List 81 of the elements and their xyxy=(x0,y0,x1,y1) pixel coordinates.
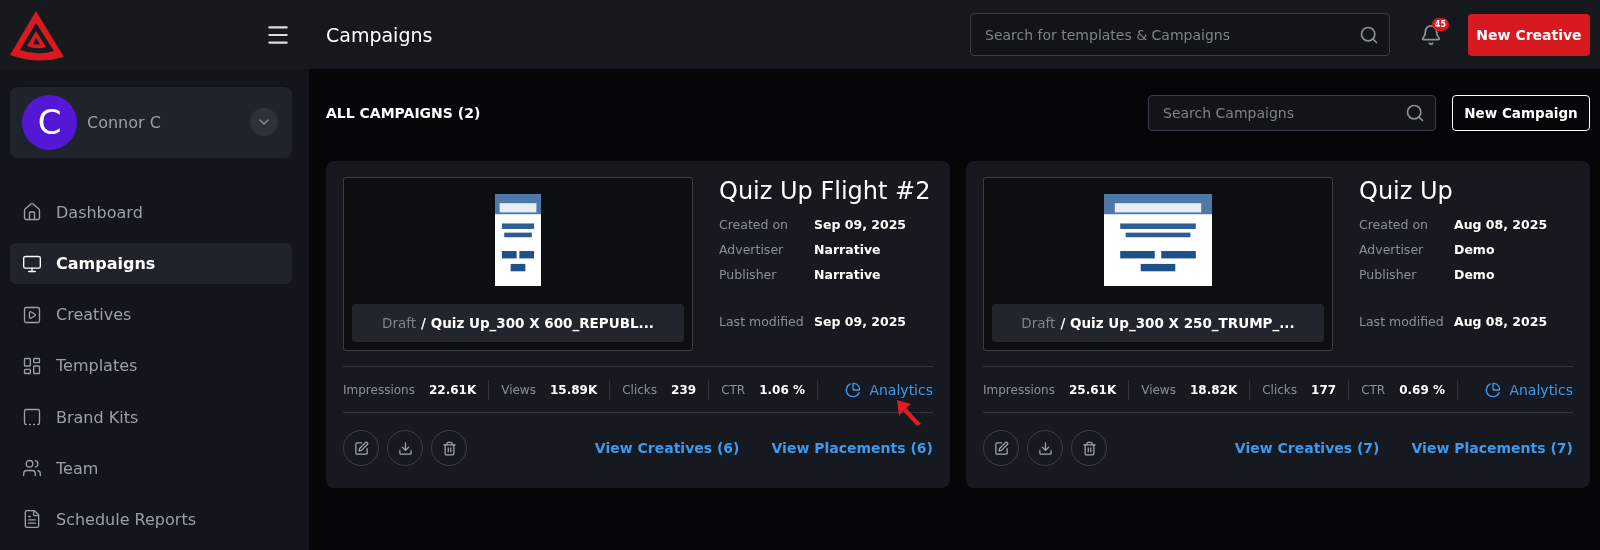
download-icon xyxy=(397,440,413,456)
stat-label: Clicks xyxy=(1262,382,1298,397)
detail-label: Advertiser xyxy=(1359,242,1425,257)
download-icon xyxy=(1037,440,1053,456)
view-link[interactable]: View Placements (6) xyxy=(771,440,933,456)
view-link[interactable]: View Placements (7) xyxy=(1411,440,1573,456)
chevron-down-icon[interactable] xyxy=(250,108,278,137)
pie-chart-icon xyxy=(845,381,862,398)
stat-value: 22.61K xyxy=(428,382,477,397)
new-creative-button[interactable]: New Creative xyxy=(1468,13,1590,56)
stat-label: Views xyxy=(1141,382,1176,397)
campaign-title: Quiz Up Flight #2 xyxy=(719,177,931,205)
layout-icon xyxy=(22,355,42,376)
document-icon xyxy=(22,509,42,530)
section-heading: ALL CAMPAIGNS (2) xyxy=(326,105,482,121)
detail-label: Publisher xyxy=(1359,267,1418,282)
stat-value: 0.69 % xyxy=(1399,382,1445,397)
stat-value: 25.61K xyxy=(1068,382,1117,397)
nav-item[interactable]: Team xyxy=(10,447,292,489)
nav-item[interactable]: Dashboard xyxy=(10,191,292,233)
stat-value: 239 xyxy=(671,382,697,397)
status-label: Draft xyxy=(382,315,417,331)
search-field[interactable]: Search Campaigns xyxy=(1148,95,1436,131)
detail-label: Publisher xyxy=(719,267,778,282)
stat-label: Clicks xyxy=(622,382,658,397)
trash-icon xyxy=(441,440,457,456)
play-icon xyxy=(22,304,42,325)
detail-value: Sep 09, 2025 xyxy=(814,217,908,232)
pie-chart-icon xyxy=(1485,381,1502,398)
search-field[interactable]: Search for templates & Campaigns xyxy=(970,13,1390,56)
page-title: Campaigns xyxy=(326,23,434,46)
detail-value: Narrative xyxy=(814,267,882,282)
detail-label: Created on xyxy=(1359,217,1429,232)
stat-label: Impressions xyxy=(983,382,1055,397)
user-name: Connor C xyxy=(87,112,162,132)
profile-card[interactable]: C Connor C xyxy=(10,87,292,158)
stat-value: 177 xyxy=(1311,382,1337,397)
stat-label: Impressions xyxy=(343,382,415,397)
stat-label: CTR xyxy=(1361,382,1386,397)
detail-value: Aug 08, 2025 xyxy=(1454,217,1548,232)
detail-value: Demo xyxy=(1454,267,1496,282)
nav-item[interactable]: Schedule Reports xyxy=(10,498,292,541)
detail-label: Last modified xyxy=(719,314,805,329)
detail-value: Demo xyxy=(1454,242,1496,257)
search-icon[interactable] xyxy=(1405,103,1425,123)
creative-name: / Quiz Up_300 X 250_TRUMP_... xyxy=(1060,315,1295,331)
view-link[interactable]: View Creatives (7) xyxy=(1234,440,1380,456)
stat-value: 15.89K xyxy=(549,382,598,397)
detail-label: Last modified xyxy=(1359,314,1445,329)
nav-item[interactable]: Templates xyxy=(10,345,292,387)
analytics-link[interactable]: Analytics xyxy=(845,381,933,398)
new-campaign-button[interactable]: New Campaign xyxy=(1452,95,1590,131)
campaign-title: Quiz Up xyxy=(1359,177,1454,205)
edit-icon xyxy=(353,440,369,456)
detail-value: Narrative xyxy=(814,242,882,257)
avatar: C xyxy=(22,94,77,150)
stat-value: 18.82K xyxy=(1189,382,1238,397)
stat-label: Views xyxy=(501,382,536,397)
detail-value: Sep 09, 2025 xyxy=(814,314,908,329)
status-label: Draft xyxy=(1021,315,1056,331)
home-icon xyxy=(22,202,42,223)
search-icon[interactable] xyxy=(1359,24,1379,45)
detail-label: Created on xyxy=(719,217,789,232)
search-input[interactable]: Search for templates & Campaigns xyxy=(983,25,1359,44)
nav-item[interactable]: Brand Kits xyxy=(10,396,292,438)
trash-icon xyxy=(1081,440,1097,456)
nav-item[interactable]: Creatives xyxy=(10,294,292,336)
stat-label: CTR xyxy=(721,382,746,397)
creative-name: / Quiz Up_300 X 600_REPUBL... xyxy=(421,315,654,331)
edit-icon xyxy=(993,440,1009,456)
analytics-link[interactable]: Analytics xyxy=(1485,381,1573,398)
view-link[interactable]: View Creatives (6) xyxy=(594,440,740,456)
monitor-icon xyxy=(22,253,42,274)
notification-count: 45 xyxy=(1431,17,1449,31)
detail-value: Aug 08, 2025 xyxy=(1454,314,1548,329)
search-input[interactable]: Search Campaigns xyxy=(1161,104,1405,122)
detail-label: Advertiser xyxy=(719,242,785,257)
stat-value: 1.06 % xyxy=(759,382,805,397)
users-icon xyxy=(22,458,42,479)
nav-item[interactable]: Campaigns xyxy=(10,243,292,285)
square-icon xyxy=(22,407,42,428)
